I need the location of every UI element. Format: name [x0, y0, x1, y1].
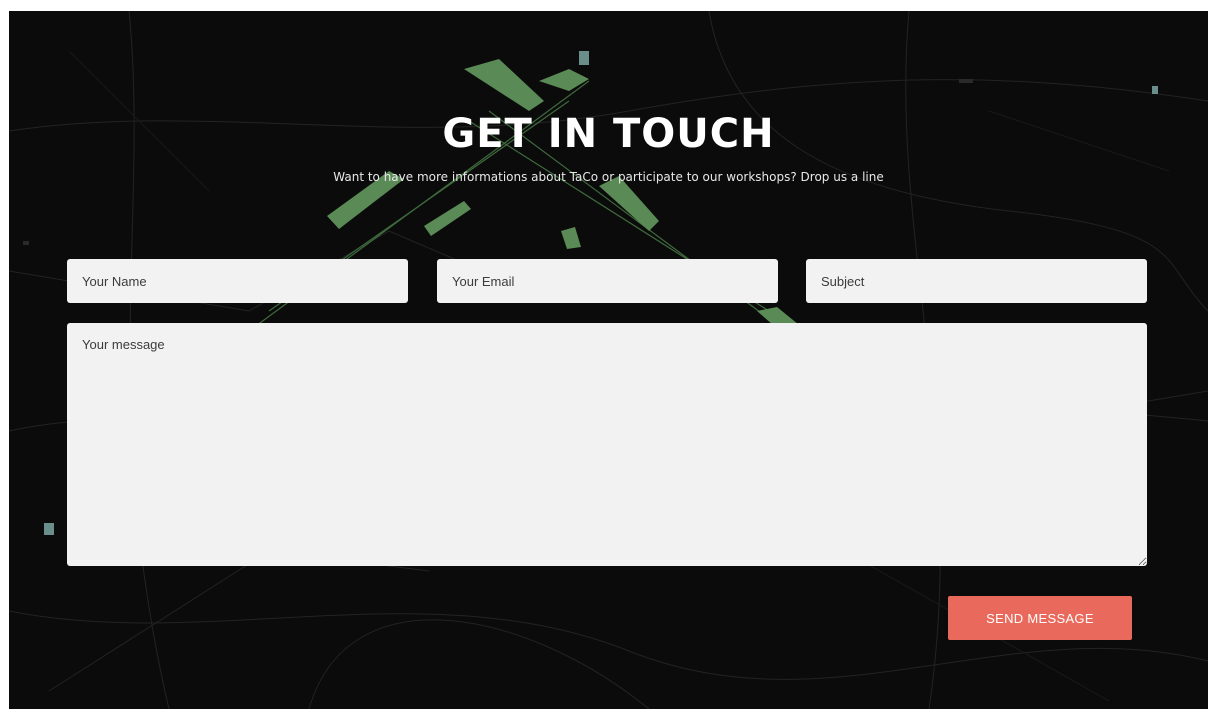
name-input[interactable] [67, 259, 408, 303]
message-textarea[interactable] [67, 323, 1147, 566]
page-title: GET IN TOUCH [442, 111, 775, 157]
send-message-button[interactable]: SEND MESSAGE [948, 596, 1132, 640]
contact-section: GET IN TOUCH Want to have more informati… [9, 11, 1208, 709]
subject-input[interactable] [806, 259, 1147, 303]
page-subtitle: Want to have more informations about TaC… [333, 170, 884, 184]
email-input[interactable] [437, 259, 778, 303]
